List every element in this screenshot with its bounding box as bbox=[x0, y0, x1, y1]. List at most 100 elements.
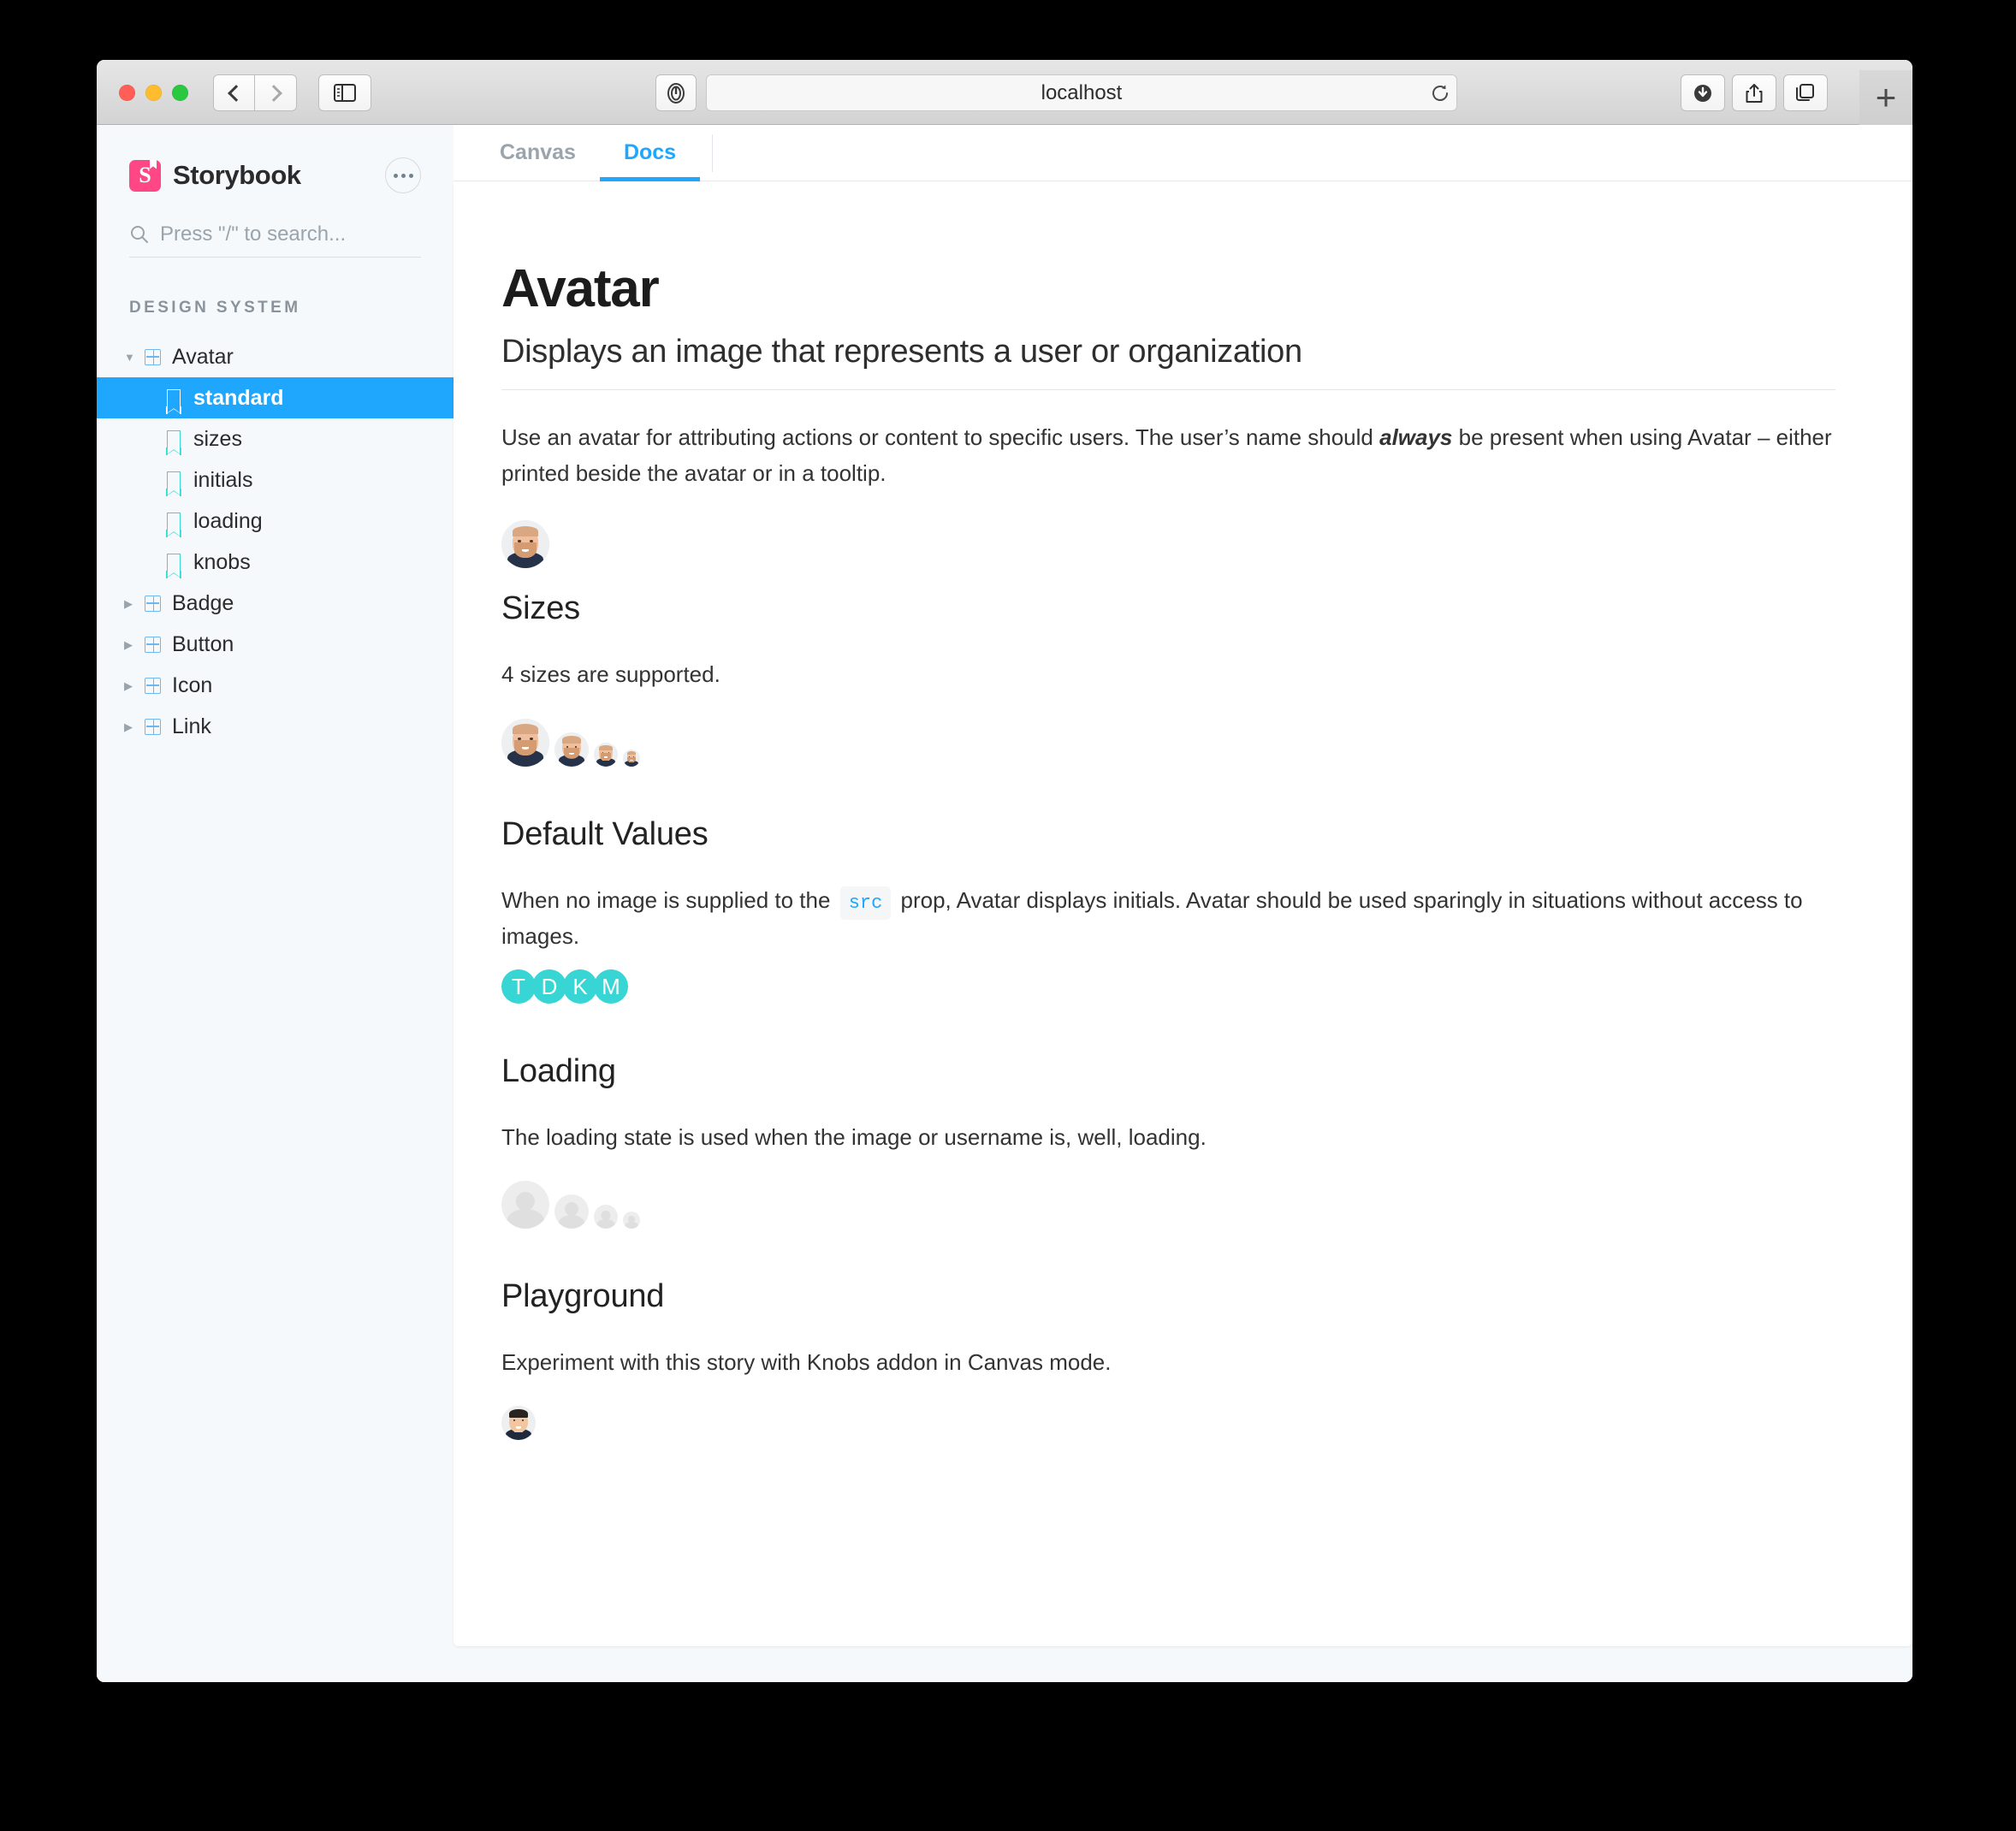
reload-button[interactable] bbox=[1422, 74, 1458, 111]
chevron-right-icon[interactable]: ▶ bbox=[124, 721, 139, 732]
tab-bar: Canvas Docs bbox=[454, 125, 1912, 181]
section-heading-sizes: Sizes bbox=[501, 590, 580, 627]
sidebar-item-icon[interactable]: ▶ Icon bbox=[97, 665, 454, 706]
search-input[interactable]: Press "/" to search... bbox=[129, 222, 421, 258]
tab-canvas[interactable]: Canvas bbox=[476, 125, 600, 181]
loading-avatar-row bbox=[501, 1181, 1835, 1230]
story-bookmark-icon bbox=[166, 553, 181, 578]
sidebar-menu-button[interactable] bbox=[385, 157, 421, 193]
tab-overview-button[interactable] bbox=[1783, 74, 1828, 111]
reader-view-button[interactable] bbox=[655, 74, 697, 111]
downloads-button[interactable] bbox=[1681, 74, 1725, 111]
section-heading-playground: Playground bbox=[501, 1278, 665, 1315]
intro-emphasis: always bbox=[1379, 424, 1453, 451]
sidebar-item-sizes[interactable]: sizes bbox=[97, 418, 454, 459]
storybook-brand[interactable]: S Storybook bbox=[129, 159, 301, 192]
back-button[interactable] bbox=[213, 74, 255, 111]
forward-button[interactable] bbox=[255, 74, 297, 111]
browser-window: localhost + S Storybook Press "/" to sea… bbox=[97, 60, 1912, 1682]
close-window-button[interactable] bbox=[119, 85, 135, 101]
sidebar-item-loading[interactable]: loading bbox=[97, 501, 454, 542]
address-bar[interactable]: localhost bbox=[706, 74, 1457, 111]
sizes-text: 4 sizes are supported. bbox=[501, 661, 720, 688]
download-icon bbox=[1694, 84, 1711, 102]
share-icon bbox=[1746, 83, 1763, 103]
new-tab-button[interactable]: + bbox=[1859, 70, 1912, 125]
dot-icon bbox=[393, 173, 398, 178]
maximize-window-button[interactable] bbox=[172, 85, 188, 101]
default-values-text-part1: When no image is supplied to the bbox=[501, 886, 837, 913]
sidebar-item-link[interactable]: ▶ Link bbox=[97, 706, 454, 747]
sidebar-item-label: sizes bbox=[193, 426, 242, 451]
share-button[interactable] bbox=[1732, 74, 1776, 111]
main-panel: Canvas Docs Avatar Displays an image tha… bbox=[454, 125, 1912, 1682]
sizes-avatar-row bbox=[501, 718, 1835, 767]
sidebar-item-label: Icon bbox=[172, 673, 213, 697]
avatar-initials: K bbox=[563, 969, 597, 1004]
sidebar-item-standard[interactable]: standard bbox=[97, 377, 454, 418]
storybook-sidebar: S Storybook Press "/" to search... DESIG… bbox=[97, 125, 454, 1682]
component-grid-icon bbox=[145, 718, 161, 735]
chevron-right-icon[interactable]: ▶ bbox=[124, 680, 139, 691]
component-grid-icon bbox=[145, 677, 161, 694]
story-bookmark-icon bbox=[166, 430, 181, 455]
component-grid-icon bbox=[145, 636, 161, 653]
storybook-logo-icon: S bbox=[129, 159, 161, 192]
sidebar-item-avatar[interactable]: ▼ Avatar bbox=[97, 336, 454, 377]
sidebar-tree: ▼ Avatar standard sizes initials loading knobs… bbox=[97, 336, 454, 747]
reader-icon bbox=[667, 82, 685, 104]
sidebar-item-label: standard bbox=[193, 385, 284, 410]
section-heading-loading: Loading bbox=[501, 1053, 616, 1090]
playground-text: Experiment with this story with Knobs ad… bbox=[501, 1349, 1112, 1376]
avatar-photo-icon bbox=[501, 1406, 536, 1441]
sidebar-item-label: Button bbox=[172, 631, 234, 656]
docs-scroll-area[interactable]: Avatar Displays an image that represents… bbox=[454, 181, 1912, 1682]
tab-docs-label: Docs bbox=[623, 140, 677, 164]
avatar-photo-icon bbox=[554, 732, 589, 767]
search-placeholder: Press "/" to search... bbox=[160, 222, 347, 246]
avatar-loading-placeholder bbox=[554, 1194, 589, 1230]
dot-icon bbox=[400, 173, 406, 178]
person-icon bbox=[515, 1191, 536, 1212]
chevron-right-icon[interactable]: ▶ bbox=[124, 598, 139, 609]
sidebar-item-label: Link bbox=[172, 714, 211, 738]
url-text: localhost bbox=[1041, 80, 1123, 104]
sidebar-item-label: knobs bbox=[193, 549, 251, 574]
minimize-window-button[interactable] bbox=[145, 85, 162, 101]
reload-icon bbox=[1432, 84, 1448, 101]
component-grid-icon bbox=[145, 595, 161, 612]
avatar bbox=[501, 520, 549, 569]
dot-icon bbox=[408, 173, 413, 178]
avatar-initials: M bbox=[594, 969, 628, 1004]
chevron-right-icon[interactable]: ▶ bbox=[124, 639, 139, 650]
src-code-token: src bbox=[839, 886, 892, 920]
story-bookmark-icon bbox=[166, 388, 181, 414]
toggle-sidebar-button[interactable] bbox=[318, 74, 371, 111]
avatar bbox=[623, 749, 640, 767]
browser-toolbar: localhost + bbox=[97, 60, 1912, 125]
person-icon bbox=[507, 1208, 544, 1230]
search-icon bbox=[131, 226, 148, 243]
section-heading-default-values: Default Values bbox=[501, 815, 709, 852]
avatar bbox=[501, 718, 549, 767]
sidebar-item-badge[interactable]: ▶ Badge bbox=[97, 583, 454, 624]
sidebar-item-knobs[interactable]: knobs bbox=[97, 542, 454, 583]
chevron-down-icon[interactable]: ▼ bbox=[124, 352, 139, 363]
story-bookmark-icon bbox=[166, 512, 181, 537]
app-content: S Storybook Press "/" to search... DESIG… bbox=[97, 125, 1912, 1682]
sidebar-group-title: DESIGN SYSTEM bbox=[129, 299, 301, 317]
chevron-left-icon bbox=[227, 84, 245, 102]
sidebar-header: S Storybook bbox=[97, 125, 454, 193]
default-values-text: When no image is supplied to the src pro… bbox=[501, 882, 1835, 955]
sidebar-item-button[interactable]: ▶ Button bbox=[97, 624, 454, 665]
tab-docs[interactable]: Docs bbox=[599, 125, 701, 181]
sidebar-item-label: Badge bbox=[172, 590, 234, 615]
avatar bbox=[554, 732, 589, 767]
playground-avatar-row bbox=[501, 1406, 1835, 1441]
sidebar-item-label: Avatar bbox=[172, 344, 234, 369]
avatar-photo-icon bbox=[501, 718, 549, 767]
avatar-loading-placeholder bbox=[594, 1205, 618, 1230]
sidebar-item-initials[interactable]: initials bbox=[97, 459, 454, 501]
sidebar-item-label: loading bbox=[193, 508, 263, 533]
person-icon bbox=[625, 1221, 638, 1230]
